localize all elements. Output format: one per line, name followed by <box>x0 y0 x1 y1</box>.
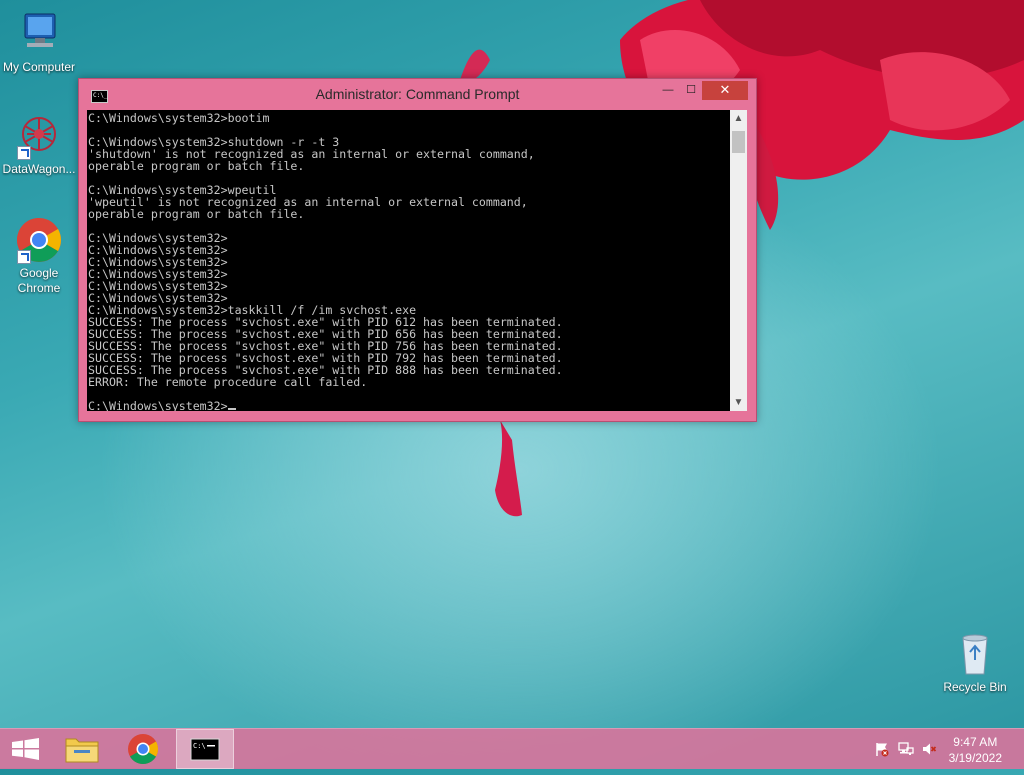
desktop-icon-my-computer[interactable]: My Computer <box>0 10 78 75</box>
action-center-flag-icon[interactable] <box>874 741 890 757</box>
text-cursor <box>227 408 236 410</box>
console-output[interactable]: C:\Windows\system32>bootim C:\Windows\sy… <box>87 110 730 411</box>
scroll-thumb[interactable] <box>732 131 745 153</box>
desktop-icon-label: Recycle Bin <box>943 680 1007 694</box>
recycle-bin-icon <box>951 630 999 678</box>
shortcut-arrow-icon <box>17 250 31 264</box>
network-icon[interactable] <box>898 741 914 757</box>
scroll-up-arrow-icon[interactable]: ▲ <box>730 110 747 127</box>
desktop-icon-recycle-bin[interactable]: Recycle Bin <box>936 630 1014 695</box>
console-line: operable program or batch file. <box>88 207 305 221</box>
volume-muted-icon[interactable] <box>921 741 937 757</box>
clock-date: 3/19/2022 <box>948 751 1002 765</box>
minimize-button[interactable]: — <box>656 81 680 100</box>
start-button[interactable] <box>0 729 56 769</box>
file-explorer-button[interactable] <box>54 729 110 769</box>
maximize-button[interactable]: ☐ <box>680 81 702 100</box>
console-line: operable program or batch file. <box>88 159 305 173</box>
clock-time: 9:47 AM <box>953 735 998 749</box>
taskbar: C:\ 9:47 AM 3/19/2022 <box>0 728 1024 769</box>
scroll-down-arrow-icon[interactable]: ▼ <box>730 394 747 411</box>
vertical-scrollbar[interactable]: ▲ ▼ <box>730 110 747 411</box>
shortcut-arrow-icon <box>17 146 31 160</box>
windows-logo-icon <box>12 738 39 760</box>
desktop-icon-label: Google Chrome <box>17 266 61 295</box>
svg-text:C:\: C:\ <box>193 742 206 750</box>
cmd-icon: C:\ <box>190 738 220 761</box>
taskbar-clock[interactable]: 9:47 AM 3/19/2022 <box>949 734 1002 766</box>
datawagon-icon <box>15 112 63 160</box>
console-prompt[interactable]: C:\Windows\system32> <box>88 399 228 411</box>
window-title: Administrator: Command Prompt <box>315 86 520 102</box>
cmd-taskbar-button[interactable]: C:\ <box>176 729 234 769</box>
computer-icon <box>15 10 63 58</box>
close-button[interactable]: ✕ <box>702 81 748 100</box>
window-titlebar[interactable]: C:\_ Administrator: Command Prompt — ☐ ✕ <box>79 79 756 109</box>
folder-icon <box>65 738 99 763</box>
command-prompt-window[interactable]: C:\_ Administrator: Command Prompt — ☐ ✕… <box>78 78 757 422</box>
chrome-taskbar-button[interactable] <box>115 729 171 769</box>
desktop-icon-datawagon[interactable]: DataWagon... <box>0 112 78 177</box>
chrome-icon <box>128 734 159 765</box>
desktop-icon-label: My Computer <box>2 60 76 74</box>
console-line: ERROR: The remote procedure call failed. <box>88 375 368 389</box>
console-line: C:\Windows\system32>bootim <box>88 111 270 125</box>
chrome-icon <box>15 216 63 264</box>
desktop-icon-google-chrome[interactable]: Google Chrome <box>0 216 78 296</box>
desktop-icon-label: DataWagon... <box>2 162 76 176</box>
console-text: C:\Windows\system32>bootim C:\Windows\sy… <box>87 110 730 411</box>
